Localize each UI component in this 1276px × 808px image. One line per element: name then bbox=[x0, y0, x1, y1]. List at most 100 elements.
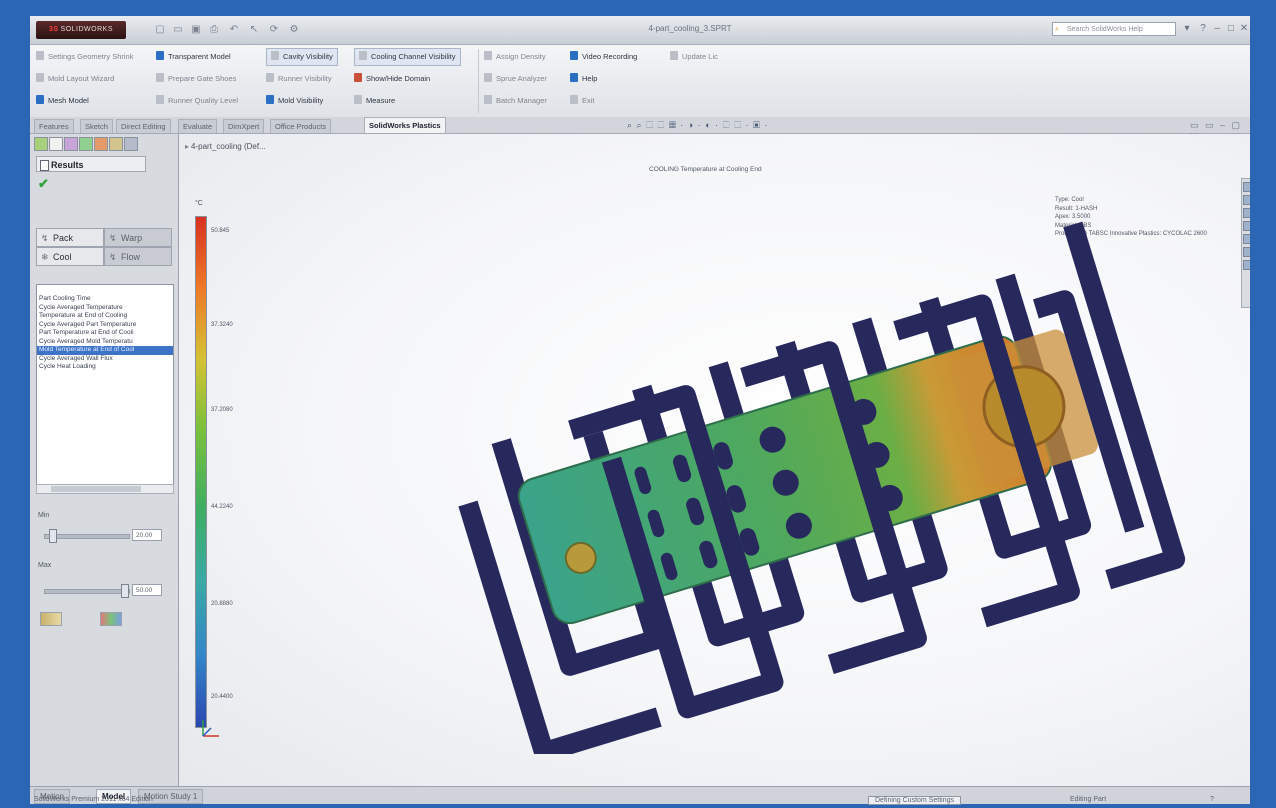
ribbon-help[interactable]: Help bbox=[570, 71, 597, 87]
new-icon[interactable]: ▢ bbox=[152, 22, 168, 38]
tab-solidworks-plastics[interactable]: SolidWorks Plastics bbox=[364, 117, 446, 133]
ribbon-mold-layout[interactable]: Mold Layout Wizard bbox=[36, 71, 114, 87]
max-slider[interactable] bbox=[44, 584, 130, 598]
cool-icon: ❄ bbox=[41, 252, 49, 262]
slider2-label: Max bbox=[38, 562, 52, 569]
scrollbar-thumb[interactable] bbox=[51, 486, 141, 492]
options-icon[interactable]: ⚙ bbox=[286, 22, 302, 38]
tab-evaluate[interactable]: Evaluate bbox=[178, 119, 218, 133]
more-tabs-icon[interactable] bbox=[124, 137, 138, 151]
list-item[interactable]: Temperature at End of Cooling bbox=[37, 312, 173, 321]
export-image-icon[interactable] bbox=[40, 612, 62, 626]
plot-title: COOLING Temperature at Cooling End bbox=[649, 166, 762, 173]
config-manager-icon[interactable] bbox=[64, 137, 78, 151]
tab-features[interactable]: Features bbox=[34, 119, 74, 133]
ribbon-mesh-model[interactable]: Mesh Model bbox=[36, 93, 89, 109]
appearances-icon[interactable] bbox=[1243, 234, 1250, 244]
search-dropdown-icon[interactable]: ▾ bbox=[1180, 22, 1194, 36]
ribbon-show-hide-domain[interactable]: Show/Hide Domain bbox=[354, 71, 430, 87]
tab-office-products[interactable]: Office Products bbox=[270, 119, 332, 133]
open-icon[interactable]: ▭ bbox=[170, 22, 186, 38]
ribbon-runner-quality[interactable]: Runner Quality Level bbox=[156, 93, 238, 109]
tab-direct-editing[interactable]: Direct Editing bbox=[116, 119, 171, 133]
max-value-input[interactable]: 50.00 bbox=[132, 584, 162, 596]
list-item[interactable]: Cycle Heat Loading bbox=[37, 363, 173, 372]
ribbon-transparent-model[interactable]: Transparent Model bbox=[156, 49, 231, 65]
mesh-icon bbox=[36, 95, 44, 104]
select-icon[interactable]: ↖ bbox=[246, 22, 262, 38]
ribbon-exit[interactable]: Exit bbox=[570, 93, 595, 109]
view-palette-icon[interactable] bbox=[1243, 221, 1250, 231]
ribbon-measure[interactable]: Measure bbox=[354, 93, 395, 109]
print-icon[interactable]: ⎙ bbox=[206, 22, 222, 38]
help-search-input[interactable]: ⌕ Search SolidWorks Help bbox=[1052, 22, 1176, 36]
dimxpert-icon[interactable] bbox=[79, 137, 93, 151]
task-pane-toolbar bbox=[1241, 178, 1250, 308]
mode-tab-warp[interactable]: ↯ Warp bbox=[104, 228, 172, 247]
max-slider-knob[interactable] bbox=[121, 584, 129, 598]
ribbon-batch-manager[interactable]: Batch Manager bbox=[484, 93, 547, 109]
ribbon-cavity-visibility[interactable]: Cavity Visibility bbox=[266, 48, 338, 66]
min-slider-knob[interactable] bbox=[49, 529, 57, 543]
min-value-input[interactable]: 20.00 bbox=[132, 529, 162, 541]
ribbon-assign-density[interactable]: Assign Density bbox=[484, 49, 546, 65]
close-icon[interactable]: ✕ bbox=[1237, 22, 1250, 36]
list-item[interactable]: Cycle Averaged Part Temperature bbox=[37, 321, 173, 330]
cooling-model-view[interactable] bbox=[374, 194, 1234, 754]
property-manager-icon[interactable] bbox=[49, 137, 63, 151]
list-item[interactable]: Cycle Averaged Mold Temperatu bbox=[37, 338, 173, 347]
list-horizontal-scrollbar[interactable] bbox=[36, 484, 174, 494]
ribbon-mold-visibility[interactable]: Mold Visibility bbox=[266, 93, 323, 109]
maximize-icon[interactable]: □ bbox=[1224, 22, 1238, 36]
solidworks-logo[interactable]: 3S SOLIDWORKS bbox=[36, 21, 126, 39]
transparent-model-icon bbox=[156, 51, 164, 60]
license-icon bbox=[670, 51, 678, 60]
undo-icon[interactable]: ↶ bbox=[226, 22, 242, 38]
results-header: Results bbox=[36, 156, 146, 172]
batch-icon bbox=[484, 95, 492, 104]
graphics-area[interactable]: ▸ 4-part_cooling (Def... COOLING Temperat… bbox=[179, 134, 1250, 786]
status-help-icon[interactable]: ? bbox=[1210, 796, 1214, 803]
ok-check-icon[interactable]: ✔ bbox=[38, 176, 49, 192]
custom-properties-icon[interactable] bbox=[1243, 247, 1250, 257]
ribbon-update-lic[interactable]: Update Lic bbox=[670, 49, 718, 65]
search-pane-icon[interactable] bbox=[1243, 260, 1250, 270]
save-icon[interactable]: ▣ bbox=[188, 22, 204, 38]
feature-manager-icon[interactable] bbox=[34, 137, 48, 151]
list-item[interactable]: Part Temperature at End of Cooli bbox=[37, 329, 173, 338]
mode-tab-cool[interactable]: ❄ Cool bbox=[36, 247, 104, 266]
minimize-icon[interactable]: – bbox=[1210, 22, 1224, 36]
min-slider[interactable] bbox=[44, 529, 130, 543]
list-item[interactable]: Cycle Averaged Temperature bbox=[37, 304, 173, 313]
list-item-selected[interactable]: Mold Temperature at End of Cool bbox=[37, 346, 173, 355]
display-manager-icon[interactable] bbox=[94, 137, 108, 151]
ribbon-settings-geometry[interactable]: Settings Geometry Shrink bbox=[36, 49, 133, 65]
feature-tree-flyout[interactable]: ▸ 4-part_cooling (Def... bbox=[185, 142, 266, 151]
ribbon-cooling-channel-visibility[interactable]: Cooling Channel Visibility bbox=[354, 48, 461, 66]
mode-tab-flow[interactable]: ↯ Flow bbox=[104, 247, 172, 266]
warp-icon: ↯ bbox=[109, 233, 117, 243]
file-explorer-icon[interactable] bbox=[1243, 208, 1250, 218]
help-icon[interactable]: ? bbox=[1196, 22, 1210, 36]
mold-layout-icon bbox=[36, 73, 44, 82]
ribbon-video-recording[interactable]: Video Recording bbox=[570, 49, 637, 65]
search-icon: ⌕ bbox=[1055, 26, 1059, 33]
results-list[interactable]: Part Cooling Time Cycle Averaged Tempera… bbox=[36, 284, 174, 494]
title-bar: 3S SOLIDWORKS ▢ ▭ ▣ ⎙ ↶ ↖ ⟳ ⚙ 4-part_cool… bbox=[30, 16, 1250, 45]
tab-sketch[interactable]: Sketch bbox=[80, 119, 113, 133]
ribbon-sprue-analyzer[interactable]: Sprue Analyzer bbox=[484, 71, 547, 87]
list-item[interactable]: Cycle Averaged Wall Flux bbox=[37, 355, 173, 364]
mode-tab-pack[interactable]: ↯ Pack bbox=[36, 228, 104, 247]
design-library-icon[interactable] bbox=[1243, 195, 1250, 205]
sprue-icon bbox=[484, 73, 492, 82]
color-map-icon[interactable] bbox=[100, 612, 122, 626]
plastics-manager-icon[interactable] bbox=[109, 137, 123, 151]
list-item[interactable]: Part Cooling Time bbox=[37, 295, 173, 304]
tab-dimxpert[interactable]: DimXpert bbox=[223, 119, 265, 133]
ribbon-runner-visibility[interactable]: Runner Visibility bbox=[266, 71, 332, 87]
resources-icon[interactable] bbox=[1243, 182, 1250, 192]
help-book-icon bbox=[570, 73, 578, 82]
rebuild-icon[interactable]: ⟳ bbox=[266, 22, 282, 38]
ribbon-prepare-gate[interactable]: Prepare Gate Shoes bbox=[156, 71, 236, 87]
heads-up-view-toolbar[interactable]: ⌕ ⌕ ⬚ ⬚ ▦ · ◑ · ◐ · ⬚ ⬚ · ▣ · bbox=[627, 120, 768, 131]
